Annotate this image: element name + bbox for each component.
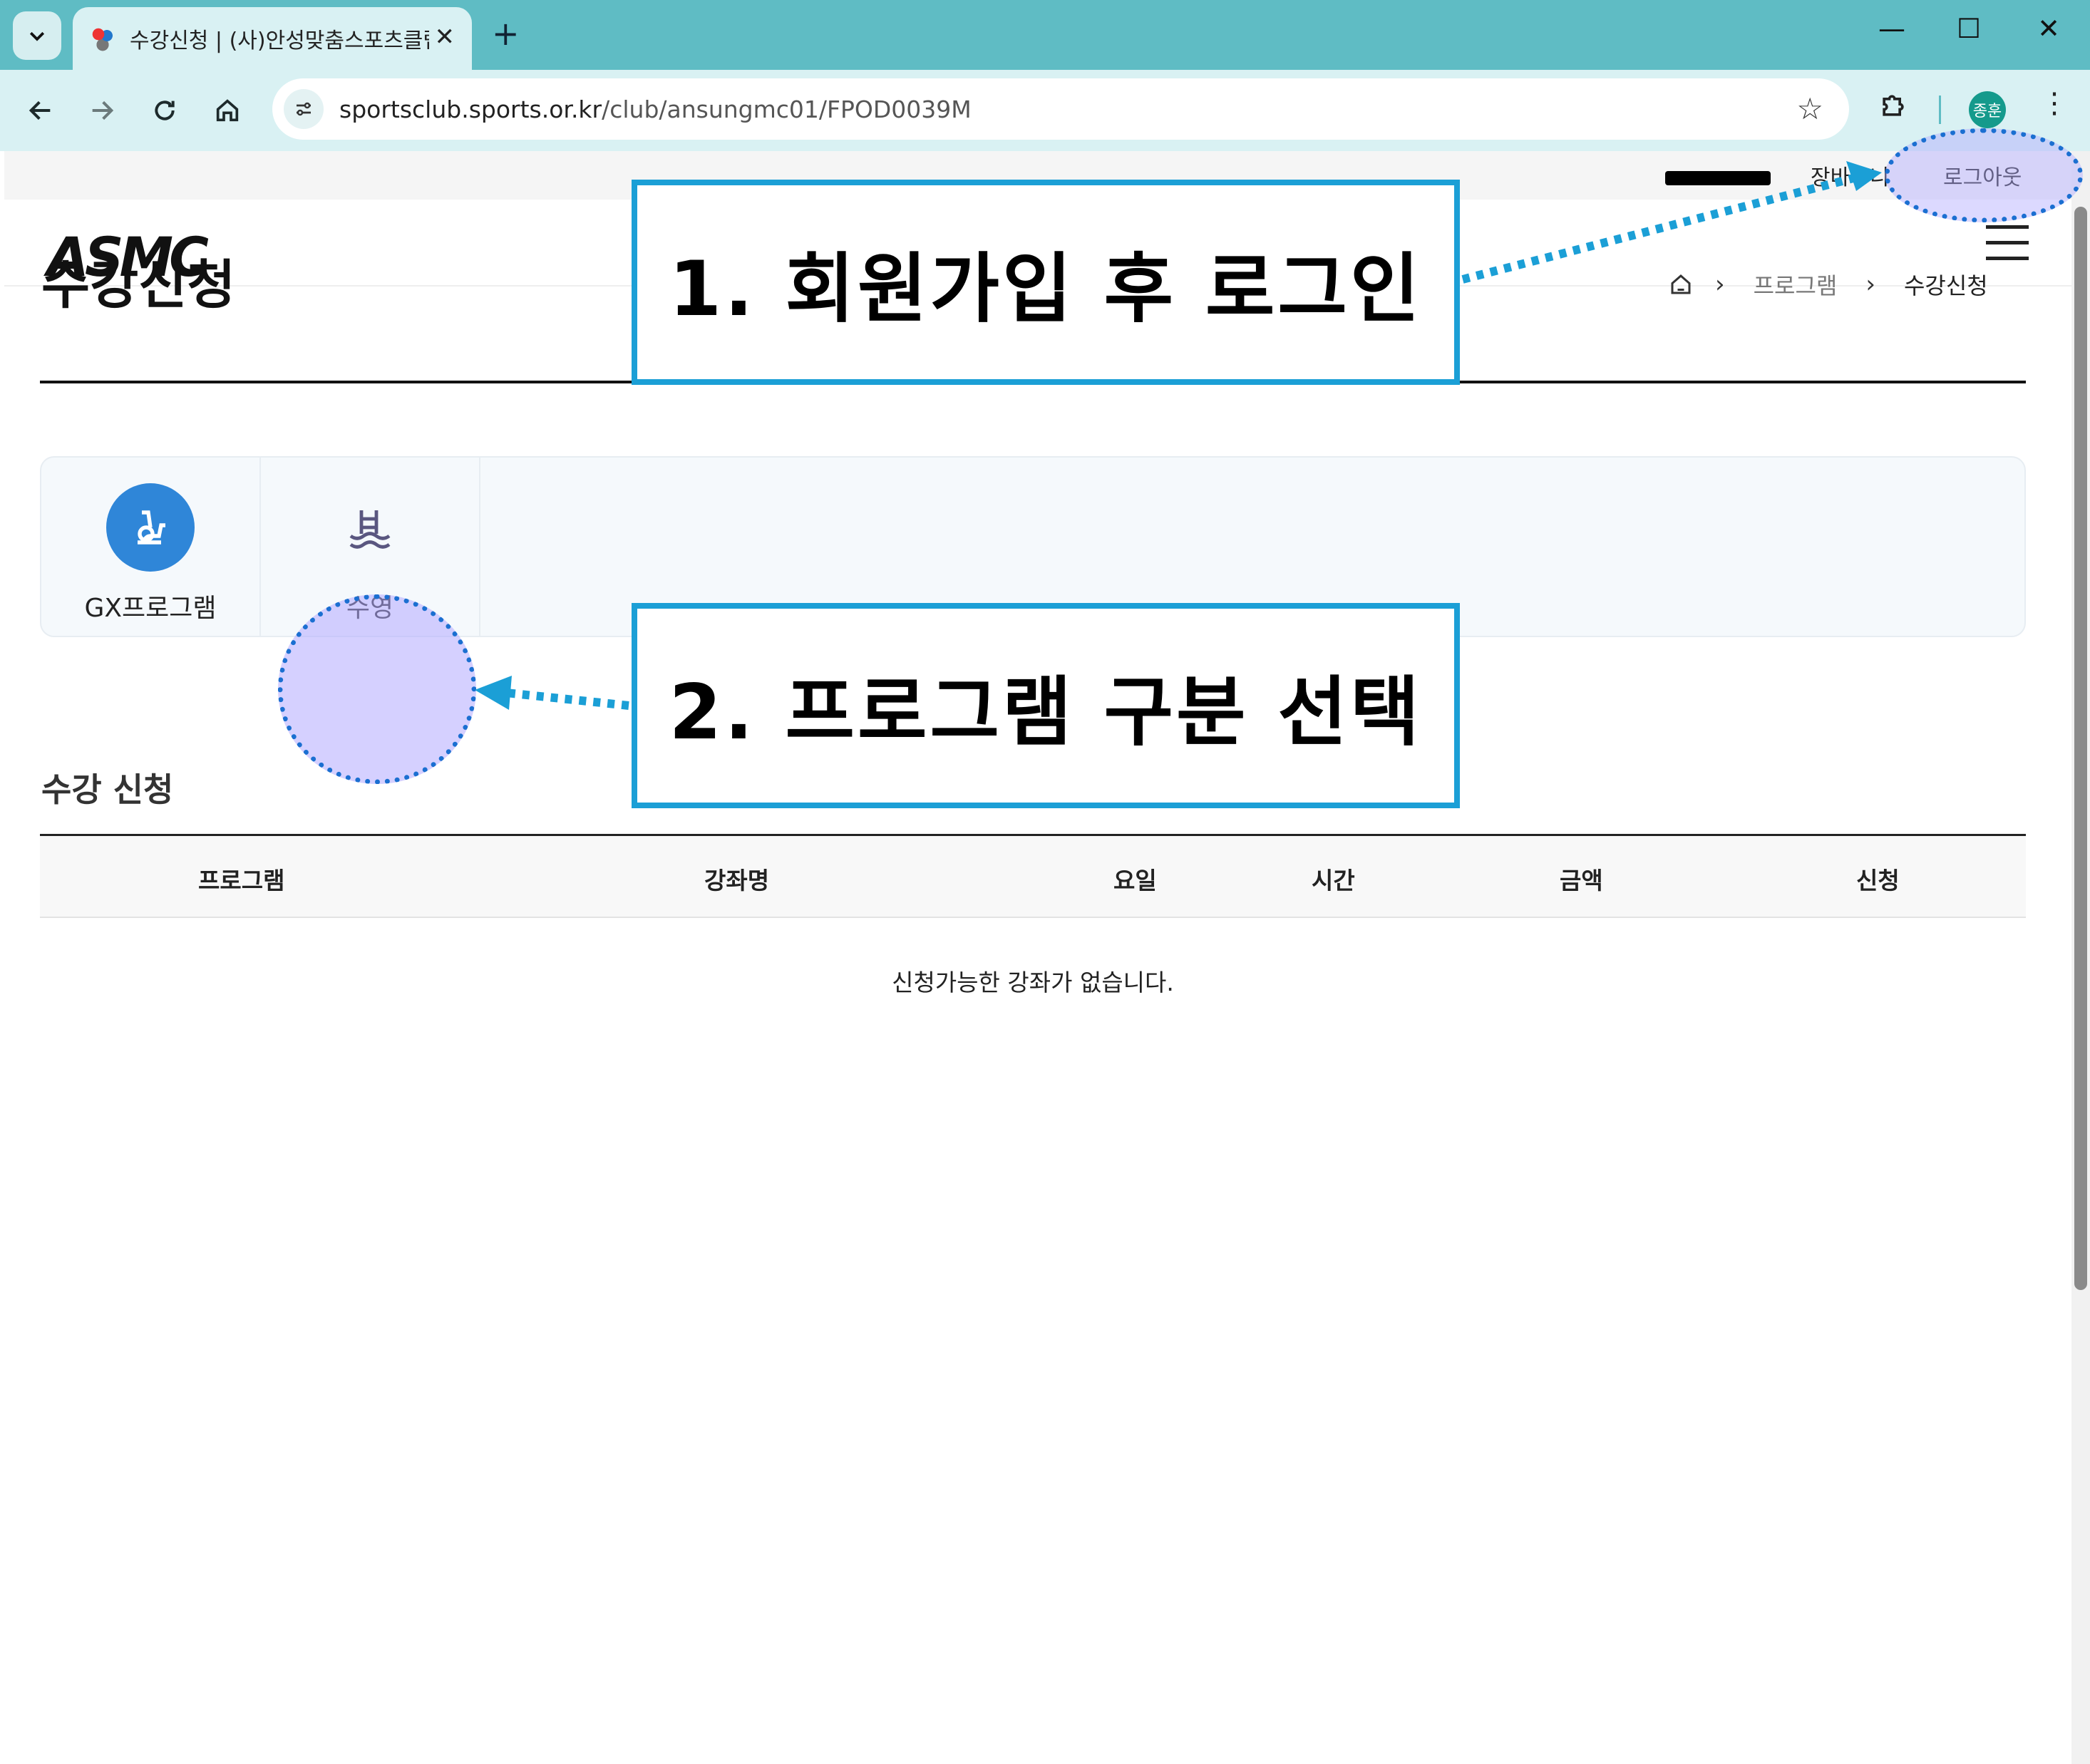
arrow-to-logout xyxy=(1461,174,1855,284)
arrowhead-swimming xyxy=(475,676,512,710)
arrowhead-logout xyxy=(1846,161,1882,191)
annotation-arrows xyxy=(475,161,1882,710)
arrow-to-swimming xyxy=(505,688,629,710)
screenshot-root: 수강신청 | (사)안성맞춤스포츠클럽 ✕ + — ☐ ✕ sportsclub… xyxy=(0,0,2090,1764)
